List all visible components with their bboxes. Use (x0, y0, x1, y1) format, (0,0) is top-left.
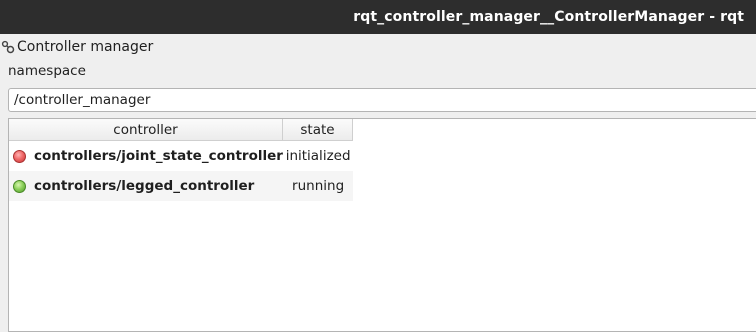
controller-table[interactable]: controller state controllers/joint_state… (8, 118, 756, 332)
namespace-label: namespace (8, 63, 86, 79)
status-led-green-icon (13, 179, 26, 193)
namespace-value: /controller_manager (14, 92, 151, 108)
controller-state: initialized (285, 148, 351, 164)
table-row[interactable]: controllers/joint_state_controller initi… (9, 141, 353, 171)
status-led-red-icon (13, 149, 26, 163)
table-header: controller state (9, 119, 353, 141)
controller-state: running (292, 178, 345, 194)
window-title: rqt_controller_manager__ControllerManage… (353, 9, 744, 25)
namespace-combobox[interactable]: /controller_manager (8, 88, 756, 112)
table-row[interactable]: controllers/legged_controller running (9, 171, 353, 201)
controller-name: controllers/legged_controller (33, 178, 255, 194)
column-header-state[interactable]: state (283, 119, 353, 141)
window-titlebar[interactable]: rqt_controller_manager__ControllerManage… (0, 0, 756, 34)
plugin-title: Controller manager (17, 39, 154, 55)
column-header-controller[interactable]: controller (9, 119, 283, 141)
gear-plugin-icon[interactable] (1, 40, 15, 54)
controller-name: controllers/joint_state_controller (33, 148, 283, 164)
plugin-header: Controller manager (0, 34, 756, 60)
